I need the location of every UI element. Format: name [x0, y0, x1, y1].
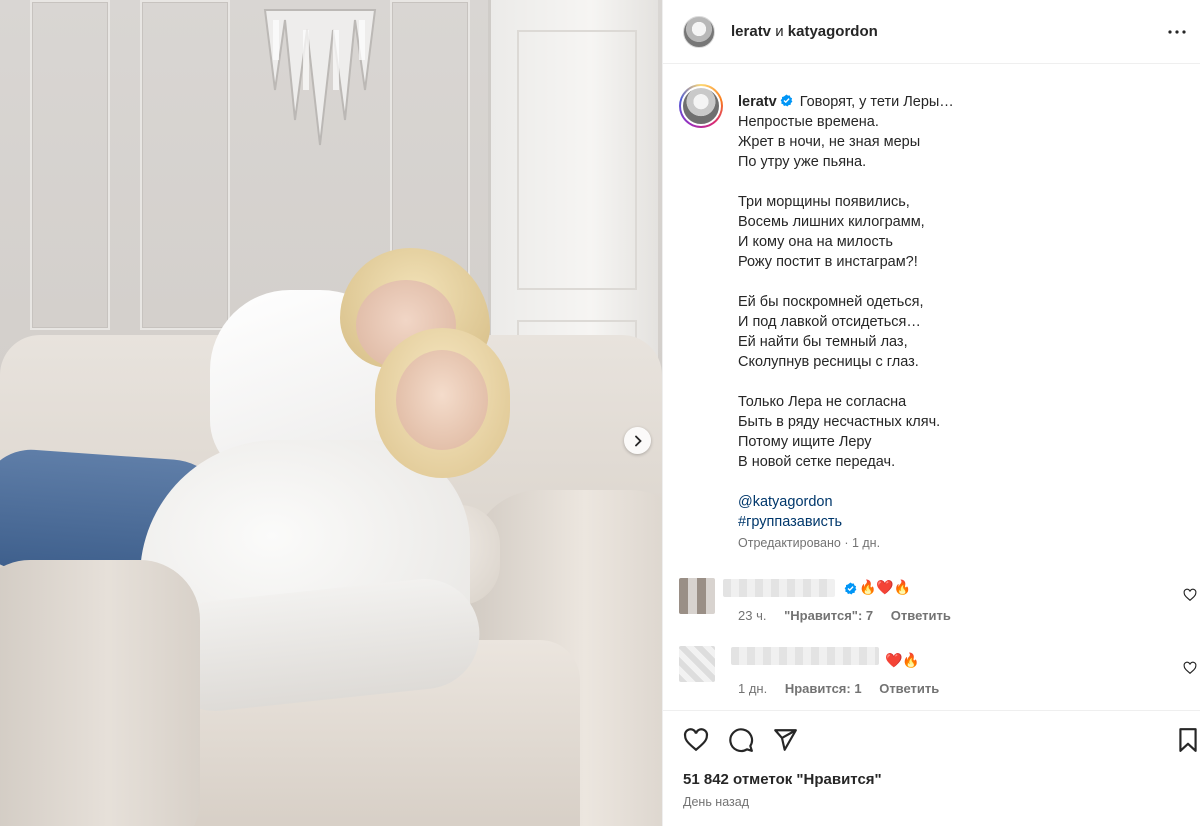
caption-stanza: Только Лера не согласна Быть в ряду несч…	[738, 392, 1178, 472]
comment-username-blurred[interactable]	[731, 647, 879, 665]
caption-line: Ей бы поскромней одеться,	[738, 294, 924, 310]
reply-button[interactable]: Ответить	[879, 681, 939, 696]
comment-icon[interactable]	[728, 727, 754, 753]
caption-line: Рожу постит в инстаграм?!	[738, 254, 918, 270]
person-face	[396, 350, 488, 450]
caption-line: Сколупнув ресницы с глаз.	[738, 354, 919, 370]
more-options-button[interactable]	[1165, 20, 1189, 44]
caption-username[interactable]: leratv	[738, 94, 777, 110]
carousel-next-button[interactable]	[624, 427, 651, 454]
caption-line: В новой сетке передач.	[738, 454, 896, 470]
chandelier	[263, 9, 377, 146]
share-icon[interactable]	[772, 727, 798, 753]
comment-avatar[interactable]	[679, 646, 715, 682]
heart-icon[interactable]	[683, 727, 709, 753]
caption-line: Потому ищите Леру	[738, 434, 872, 450]
likes-count[interactable]: 51 842 отметок "Нравится"	[683, 771, 882, 788]
post-sidebar: leratv и katyagordon leratv Говорят, у т…	[662, 0, 1200, 826]
heart-icon[interactable]	[1183, 588, 1197, 602]
author-link[interactable]: leratv	[731, 23, 771, 40]
bookmark-icon[interactable]	[1175, 727, 1200, 753]
caption-line: Три морщины появились,	[738, 194, 910, 210]
caption-tags: @katyagordon #группазависть	[738, 492, 1178, 532]
comment-likes[interactable]: "Нравится": 7	[784, 608, 873, 623]
heart-icon[interactable]	[1183, 661, 1197, 675]
caption-line: По утру уже пьяна.	[738, 154, 867, 170]
post-header: leratv и katyagordon	[663, 0, 1200, 64]
caption-text: leratv Говорят, у тети Леры… Непростые в…	[738, 92, 1178, 532]
wall-panel	[30, 0, 110, 330]
caption-line: Жрет в ночи, не зная меры	[738, 134, 921, 150]
caption-line: И под лавкой отсидеться…	[738, 314, 921, 330]
caption-first-line: Говорят, у тети Леры…	[799, 94, 954, 110]
wall-panel	[140, 0, 230, 330]
caption-line: Ей найти бы темный лаз,	[738, 334, 908, 350]
post-photo[interactable]	[0, 0, 662, 826]
coauthor-link[interactable]: katyagordon	[788, 23, 878, 40]
comment-text: 🔥❤️🔥	[859, 579, 912, 595]
conjunction: и	[775, 23, 784, 40]
verified-icon	[780, 94, 793, 107]
sofa-armrest	[0, 560, 200, 826]
verified-icon	[844, 582, 857, 595]
caption-line: Непростые времена.	[738, 114, 879, 130]
post-authors: leratv и katyagordon	[731, 23, 878, 40]
reply-button[interactable]: Ответить	[891, 608, 951, 623]
caption-line: И кому она на милость	[738, 234, 893, 250]
avatar[interactable]	[679, 84, 723, 128]
avatar[interactable]	[683, 15, 715, 48]
caption-line: Только Лера не согласна	[738, 394, 907, 410]
caption-line: Восемь лишних килограмм,	[738, 214, 925, 230]
caption-stanza: Три морщины появились, Восемь лишних кил…	[738, 192, 1178, 272]
comment-likes[interactable]: Нравится: 1	[785, 681, 862, 696]
caption-stanza: Ей бы поскромней одеться, И под лавкой о…	[738, 292, 1178, 372]
hashtag-link[interactable]: #группазависть	[738, 512, 1178, 532]
caption-line: Быть в ряду несчастных кляч.	[738, 414, 941, 430]
post-actions: 51 842 отметок "Нравится" День назад	[663, 710, 1200, 826]
edited-timestamp: Отредактировано · 1 дн.	[738, 536, 881, 550]
more-icon	[1168, 30, 1186, 34]
post-date: День назад	[683, 795, 749, 809]
comment-time: 23 ч.	[738, 608, 767, 623]
comment-meta: 23 ч. "Нравится": 7 Ответить	[738, 608, 965, 623]
comment-meta: 1 дн. Нравится: 1 Ответить	[738, 681, 953, 696]
comment-username-blurred[interactable]	[723, 579, 835, 597]
comment-text: ❤️🔥	[885, 652, 920, 668]
mention-link[interactable]: @katyagordon	[738, 492, 1178, 512]
comment-time: 1 дн.	[738, 681, 768, 696]
comment-avatar[interactable]	[679, 578, 715, 614]
chevron-right-icon	[634, 435, 642, 446]
